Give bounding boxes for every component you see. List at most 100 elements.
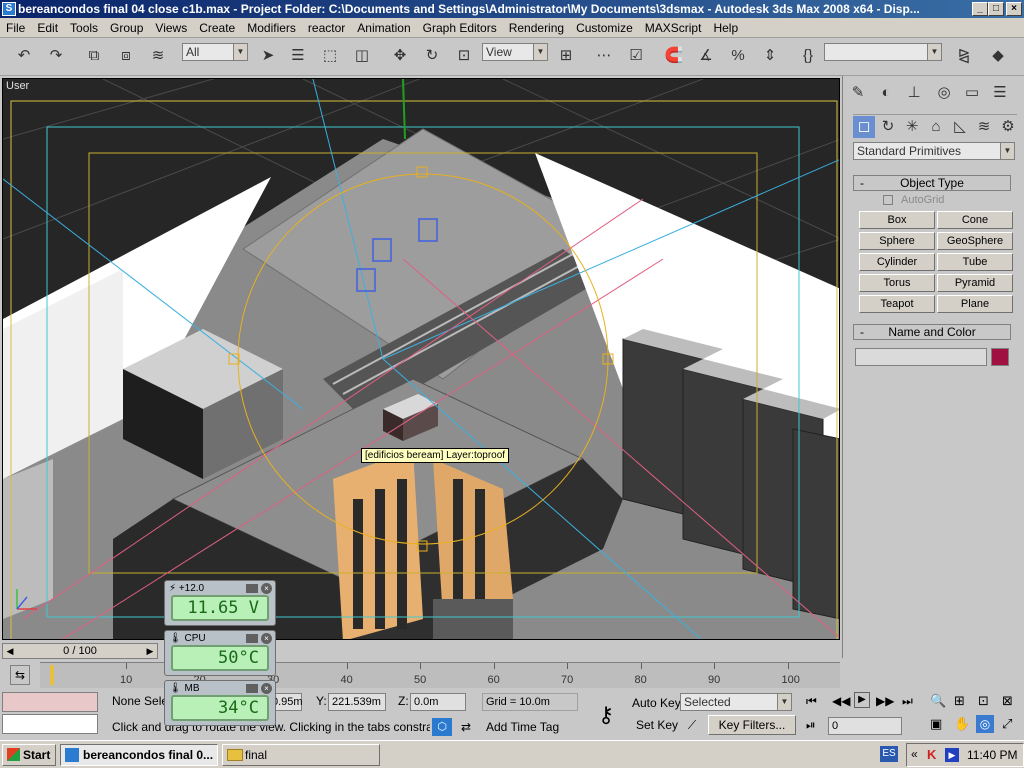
maximize-button[interactable]: □ bbox=[988, 2, 1004, 16]
mb-temp-gadget[interactable]: 🌡 MB × 34°C bbox=[164, 680, 276, 726]
name-and-color-rollout[interactable]: - Name and Color bbox=[853, 324, 1011, 340]
maxscript-listener-pink[interactable] bbox=[2, 692, 98, 712]
manipulate-icon[interactable]: ⋯ bbox=[592, 44, 616, 68]
object-type-rollout[interactable]: - Object Type bbox=[853, 175, 1011, 191]
cameras-icon[interactable]: ⌂ bbox=[925, 116, 947, 138]
media-tray-icon[interactable]: ▶ bbox=[945, 748, 959, 762]
taskbar-item-final[interactable]: final bbox=[222, 744, 380, 766]
antivirus-tray-icon[interactable]: K bbox=[927, 747, 936, 762]
play-icon[interactable]: ▶ bbox=[854, 692, 870, 708]
menu-rendering[interactable]: Rendering bbox=[503, 18, 570, 38]
cone-button[interactable]: Cone bbox=[937, 211, 1013, 229]
set-key-mode-icon[interactable]: ⚷ bbox=[588, 700, 624, 730]
time-slider-handle[interactable] bbox=[50, 665, 54, 685]
track-bar[interactable]: 102030405060708090100 bbox=[40, 662, 840, 688]
key-selection-dropdown[interactable]: Selected ▼ bbox=[680, 693, 792, 711]
menu-help[interactable]: Help bbox=[707, 18, 744, 38]
close-button[interactable]: × bbox=[1006, 2, 1022, 16]
autogrid-checkbox[interactable]: AutoGrid bbox=[883, 194, 993, 208]
gadget-close-icon[interactable]: × bbox=[261, 683, 272, 694]
menu-edit[interactable]: Edit bbox=[31, 18, 64, 38]
rotate-icon[interactable]: ↻ bbox=[420, 44, 444, 68]
field-of-view-icon[interactable]: ▣ bbox=[930, 716, 942, 732]
menu-customize[interactable]: Customize bbox=[570, 18, 639, 38]
menu-reactor[interactable]: reactor bbox=[302, 18, 351, 38]
auto-key-button[interactable]: Auto Key bbox=[632, 696, 681, 710]
named-selection-dropdown[interactable]: ▼ bbox=[824, 43, 942, 61]
redo-icon[interactable]: ↷ bbox=[44, 44, 68, 68]
select-link-icon[interactable]: ⧉ bbox=[82, 44, 106, 68]
viewport-label[interactable]: User bbox=[6, 80, 29, 92]
display-tab-icon[interactable]: ▭ bbox=[961, 82, 983, 104]
create-tab-icon[interactable]: ✎ bbox=[847, 82, 869, 104]
align-icon[interactable]: ◆ bbox=[986, 44, 1010, 68]
goto-end-icon[interactable]: ⏭ bbox=[902, 694, 913, 709]
menu-animation[interactable]: Animation bbox=[351, 18, 416, 38]
perspective-viewport[interactable] bbox=[2, 78, 840, 640]
minimize-button[interactable]: _ bbox=[972, 2, 988, 16]
menu-group[interactable]: Group bbox=[104, 18, 149, 38]
object-name-input[interactable] bbox=[855, 348, 987, 366]
modify-tab-icon[interactable]: ◐ bbox=[875, 82, 897, 104]
cpu-temp-gadget[interactable]: 🌡 CPU × 50°C bbox=[164, 630, 276, 676]
tray-expand-icon[interactable]: « bbox=[911, 747, 918, 761]
menu-create[interactable]: Create bbox=[193, 18, 241, 38]
motion-tab-icon[interactable]: ◎ bbox=[933, 82, 955, 104]
object-color-swatch[interactable] bbox=[991, 348, 1009, 366]
language-indicator[interactable]: ES bbox=[880, 746, 898, 762]
menu-views[interactable]: Views bbox=[149, 18, 193, 38]
edit-named-selection-icon[interactable]: {} bbox=[796, 44, 820, 68]
bind-space-warp-icon[interactable]: ≋ bbox=[146, 44, 170, 68]
zoom-icon[interactable]: 🔍 bbox=[930, 693, 946, 709]
hierarchy-tab-icon[interactable]: ⊥ bbox=[903, 82, 925, 104]
mini-curve-editor-icon[interactable]: ⇆ bbox=[10, 665, 30, 685]
absolute-mode-icon[interactable]: ⇄ bbox=[456, 718, 476, 736]
zoom-extents-all-icon[interactable]: ⊠ bbox=[1002, 693, 1013, 709]
menu-file[interactable]: File bbox=[0, 18, 31, 38]
sphere-button[interactable]: Sphere bbox=[859, 232, 935, 250]
current-frame-field[interactable]: 0 bbox=[828, 717, 902, 735]
gadget-menu-icon[interactable] bbox=[246, 634, 258, 643]
teapot-button[interactable]: Teapot bbox=[859, 295, 935, 313]
start-button[interactable]: Start bbox=[2, 744, 56, 766]
utilities-tab-icon[interactable]: ☰ bbox=[989, 82, 1011, 104]
default-tangent-icon[interactable]: ⟋ bbox=[682, 718, 702, 736]
keyboard-shortcut-override-icon[interactable]: ☑ bbox=[624, 44, 648, 68]
percent-snap-icon[interactable]: % bbox=[726, 44, 750, 68]
3dsmax-logo-icon[interactable]: S bbox=[2, 2, 16, 16]
menu-maxscript[interactable]: MAXScript bbox=[639, 18, 708, 38]
z-coordinate-field[interactable]: 0.0m bbox=[410, 693, 466, 711]
pyramid-button[interactable]: Pyramid bbox=[937, 274, 1013, 292]
undo-icon[interactable]: ↶ bbox=[12, 44, 36, 68]
voltage-gadget[interactable]: ⚡ +12.0 × 11.65 V bbox=[164, 580, 276, 626]
zoom-extents-icon[interactable]: ⊡ bbox=[978, 693, 989, 709]
set-key-button[interactable]: Set Key bbox=[636, 718, 678, 732]
goto-start-icon[interactable]: ⏮ bbox=[806, 694, 817, 709]
add-time-tag[interactable]: Add Time Tag bbox=[486, 720, 559, 734]
primitive-type-dropdown[interactable]: Standard Primitives ▼ bbox=[853, 142, 1015, 160]
scale-icon[interactable]: ⊡ bbox=[452, 44, 476, 68]
menu-graph-editors[interactable]: Graph Editors bbox=[417, 18, 503, 38]
systems-icon[interactable]: ⚙ bbox=[997, 116, 1019, 138]
isolate-selection-icon[interactable]: ⬡ bbox=[432, 718, 452, 736]
pan-view-icon[interactable]: ✋ bbox=[954, 716, 970, 732]
box-button[interactable]: Box bbox=[859, 211, 935, 229]
gadget-close-icon[interactable]: × bbox=[261, 633, 272, 644]
gadget-close-icon[interactable]: × bbox=[261, 583, 272, 594]
maximize-viewport-icon[interactable]: ⤢ bbox=[1002, 716, 1012, 732]
arc-rotate-icon[interactable]: ◎ bbox=[976, 715, 994, 733]
time-slider[interactable]: ◀ 0 / 100 ▶ bbox=[2, 643, 158, 659]
pivot-center-icon[interactable]: ⊞ bbox=[554, 44, 578, 68]
gadget-menu-icon[interactable] bbox=[246, 584, 258, 593]
plane-button[interactable]: Plane bbox=[937, 295, 1013, 313]
mirror-icon[interactable]: ⧎ bbox=[952, 44, 976, 68]
previous-key-icon[interactable]: ◀◀ bbox=[832, 694, 850, 708]
move-icon[interactable]: ✥ bbox=[388, 44, 412, 68]
helpers-icon[interactable]: ◺ bbox=[949, 116, 971, 138]
select-object-icon[interactable]: ➤ bbox=[256, 44, 280, 68]
geosphere-button[interactable]: GeoSphere bbox=[937, 232, 1013, 250]
tube-button[interactable]: Tube bbox=[937, 253, 1013, 271]
torus-button[interactable]: Torus bbox=[859, 274, 935, 292]
space-warps-icon[interactable]: ≋ bbox=[973, 116, 995, 138]
menu-modifiers[interactable]: Modifiers bbox=[241, 18, 302, 38]
